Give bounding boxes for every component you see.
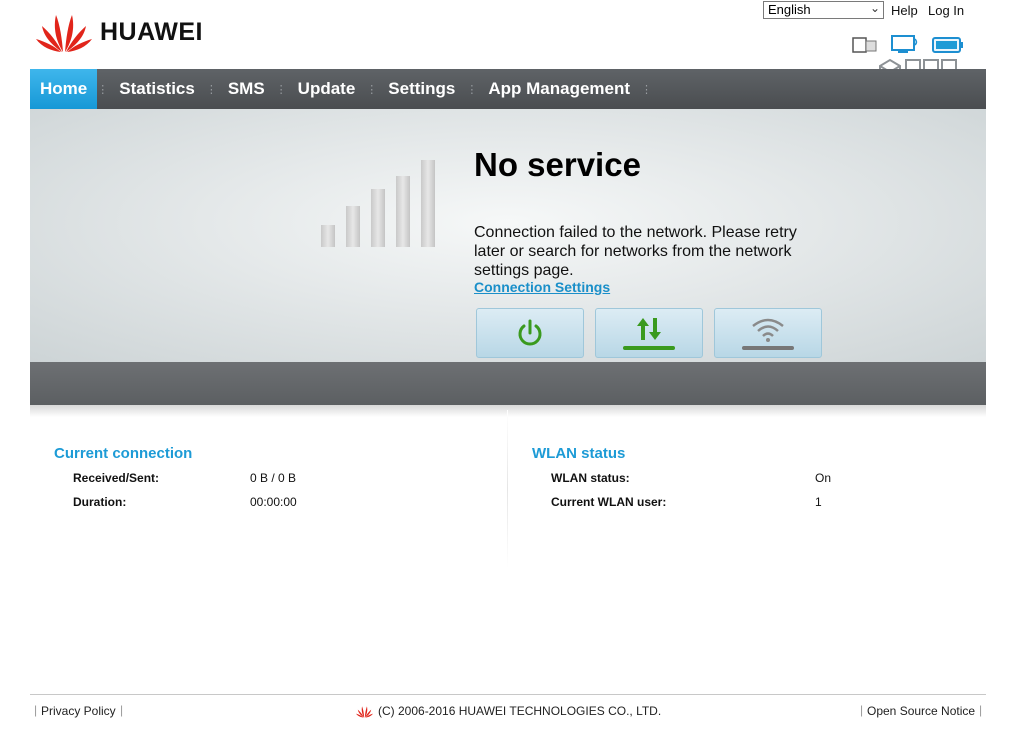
huawei-flower-icon: [36, 15, 92, 52]
open-source-notice-link[interactable]: Open Source Notice: [867, 704, 975, 718]
nav-sms[interactable]: SMS: [217, 69, 276, 109]
status-panel-footer: [30, 362, 986, 405]
power-icon: [518, 319, 542, 346]
login-link[interactable]: Log In: [928, 3, 964, 18]
nav-separator: ⋮: [466, 83, 478, 96]
brand-name: HUAWEI: [100, 17, 203, 46]
connection-status-title: No service: [474, 146, 641, 183]
panel-shadow: [30, 405, 986, 417]
huawei-logo: HUAWEI: [36, 11, 203, 53]
connection-settings-link[interactable]: Connection Settings: [474, 279, 610, 295]
battery-icon: [932, 37, 963, 53]
wlan-status-value: On: [815, 471, 832, 485]
copyright-text: (C) 2006-2016 HUAWEI TECHNOLOGIES CO., L…: [378, 704, 662, 718]
nav-statistics-label: Statistics: [119, 79, 195, 98]
duration-value: 00:00:00: [250, 495, 297, 509]
footer-separator: |: [860, 703, 864, 717]
main-navigation: Home ⋮ Statistics ⋮ SMS ⋮ Update ⋮ Setti…: [30, 69, 986, 109]
signal-bar-2: [346, 206, 360, 247]
signal-bar-4: [396, 176, 410, 247]
sim-card-icon: [852, 37, 877, 53]
chevron-down-icon: ⌄: [869, 1, 880, 15]
language-select[interactable]: English ⌄: [763, 1, 884, 19]
signal-bar-1: [321, 225, 335, 247]
wlan-status-title: WLAN status: [532, 445, 626, 462]
connection-status-message: Connection failed to the network. Please…: [474, 224, 797, 279]
footer-separator: |: [979, 703, 983, 717]
footer-separator: |: [34, 703, 38, 717]
current-connection-title: Current connection: [54, 445, 193, 462]
data-transfer-icon: [637, 318, 661, 340]
data-status-indicator: [623, 346, 675, 350]
nav-settings[interactable]: Settings: [377, 69, 466, 109]
nav-separator: ⋮: [366, 83, 378, 96]
nav-update-label: Update: [297, 79, 356, 98]
nav-app-management[interactable]: App Management: [477, 69, 641, 109]
duration-label: Duration:: [73, 495, 127, 509]
nav-settings-label: Settings: [388, 79, 456, 98]
language-value: English: [768, 2, 811, 17]
nav-home[interactable]: Home: [30, 69, 98, 109]
wlan-status-label: WLAN status:: [551, 471, 630, 485]
copyright-notice: (C) 2006-2016 HUAWEI TECHNOLOGIES CO., L…: [356, 704, 661, 718]
footer-separator: |: [120, 703, 124, 717]
nav-separator: ⋮: [641, 83, 653, 96]
received-sent-label: Received/Sent:: [73, 471, 160, 485]
signal-bar-3: [371, 189, 385, 247]
privacy-policy-link[interactable]: Privacy Policy: [41, 704, 116, 718]
help-link[interactable]: Help: [891, 3, 918, 18]
power-button[interactable]: [476, 308, 584, 358]
nav-sms-label: SMS: [227, 79, 265, 98]
wifi-status-indicator: [742, 346, 794, 350]
monitor-icon: [891, 35, 918, 53]
nav-home-label: Home: [40, 79, 88, 98]
nav-app-management-label: App Management: [488, 79, 631, 98]
nav-separator: ⋮: [275, 83, 287, 96]
wifi-icon: [752, 318, 784, 342]
wlan-users-label: Current WLAN user:: [551, 495, 667, 509]
nav-update[interactable]: Update: [287, 69, 367, 109]
footer-divider: [30, 694, 986, 695]
huawei-small-logo-icon: [356, 705, 373, 718]
mobile-data-button[interactable]: [595, 308, 703, 358]
nav-separator: ⋮: [97, 83, 109, 96]
nav-statistics[interactable]: Statistics: [108, 69, 206, 109]
signal-bar-5: [421, 160, 435, 247]
wifi-button[interactable]: [714, 308, 822, 358]
signal-strength-icon: [321, 159, 435, 247]
received-sent-value: 0 B / 0 B: [250, 471, 297, 485]
wlan-users-value: 1: [815, 495, 822, 509]
device-status-icons: [852, 35, 964, 55]
nav-separator: ⋮: [205, 83, 217, 96]
section-divider: [507, 410, 508, 568]
